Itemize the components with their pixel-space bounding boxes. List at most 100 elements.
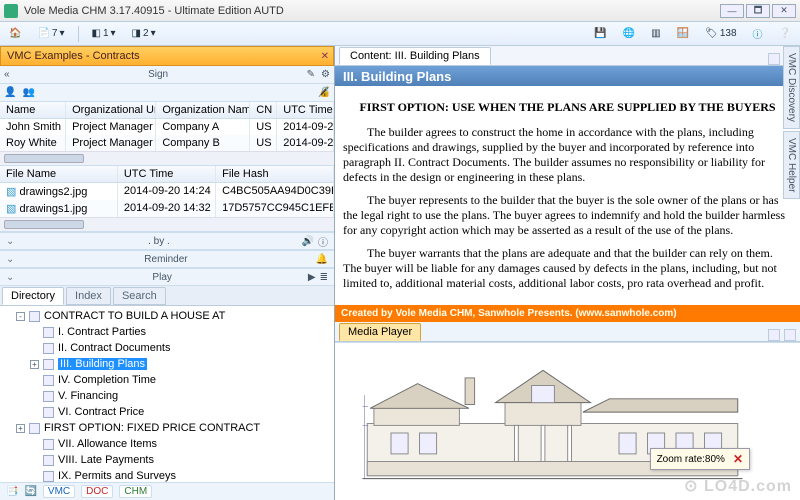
- table-cell: 2014-09-20 1: [277, 119, 334, 135]
- watermark: ⊙ LO4D.com: [684, 476, 792, 496]
- directory-tree[interactable]: -CONTRACT TO BUILD A HOUSE AT I. Contract…: [0, 306, 334, 482]
- table-cell: Project Manager: [66, 119, 156, 135]
- tree-node-label: IV. Completion Time: [58, 374, 156, 386]
- tab-index[interactable]: Index: [66, 287, 111, 305]
- home-button[interactable]: 🏠: [4, 25, 26, 43]
- window-button[interactable]: 🪟: [672, 25, 694, 43]
- column-header[interactable]: UTC Time: [118, 166, 216, 182]
- document-icon: [43, 439, 54, 450]
- files-hscroll[interactable]: [0, 217, 334, 231]
- media-layout-icon[interactable]: [768, 329, 780, 341]
- chevron-down-icon: ⌄: [6, 236, 14, 247]
- tree-node-label: FIRST OPTION: FIXED PRICE CONTRACT: [44, 422, 260, 434]
- close-button[interactable]: ✕: [772, 4, 796, 18]
- document-icon: [43, 471, 54, 482]
- table-cell: John Smith: [0, 119, 66, 135]
- table-row[interactable]: John SmithProject ManagerCompany AUS2014…: [0, 119, 334, 135]
- refresh-icon[interactable]: 🔄: [24, 486, 36, 497]
- tree-node[interactable]: IX. Permits and Surveys: [4, 468, 330, 482]
- tab-search[interactable]: Search: [113, 287, 166, 305]
- maximize-button[interactable]: 🗖: [746, 4, 770, 18]
- tree-spacer: [30, 472, 39, 481]
- tree-node[interactable]: V. Financing: [4, 388, 330, 404]
- dock-tab-discovery[interactable]: VMC Discovery: [783, 46, 800, 129]
- column-header[interactable]: Name: [0, 102, 66, 118]
- table-cell: 2014-09-20 14:24: [118, 183, 216, 200]
- info-button[interactable]: ⓘ: [748, 25, 768, 43]
- tree-node-label: I. Contract Parties: [58, 326, 146, 338]
- tree-node[interactable]: VIII. Late Payments: [4, 452, 330, 468]
- table-cell: ▧ drawings2.jpg: [0, 183, 118, 200]
- pen-icon[interactable]: ✎: [307, 69, 315, 80]
- contacts-hscroll[interactable]: [0, 151, 334, 165]
- by-bar[interactable]: ⌄ . by . 🔊 ⓘ: [0, 232, 334, 250]
- reminder-bar[interactable]: ⌄ Reminder 🔔: [0, 250, 334, 268]
- badge-button[interactable]: 🏷 138: [700, 25, 741, 43]
- tree-node[interactable]: II. Contract Documents: [4, 340, 330, 356]
- play-icon[interactable]: ▶: [308, 272, 316, 283]
- tree-spacer: [30, 376, 39, 385]
- dock-tab-helper[interactable]: VMC Helper: [783, 131, 800, 199]
- expand-icon[interactable]: +: [30, 360, 39, 369]
- gear-icon[interactable]: ⚙: [321, 69, 330, 80]
- table-row[interactable]: ▧ drawings2.jpg2014-09-20 14:24C4BC505AA…: [0, 183, 334, 200]
- table-row[interactable]: Roy WhiteProject ManagerCompany BUS2014-…: [0, 135, 334, 151]
- tab-directory[interactable]: Directory: [2, 287, 64, 305]
- column-header[interactable]: Organizational Unit: [66, 102, 156, 118]
- collapse-icon[interactable]: «: [4, 69, 10, 80]
- status-pill-chm[interactable]: CHM: [119, 485, 152, 498]
- layout-button[interactable]: ▥: [646, 25, 665, 43]
- save-button[interactable]: 💾: [589, 25, 611, 43]
- content-tab[interactable]: Content: III. Building Plans: [339, 47, 491, 65]
- column-header[interactable]: Organization Name: [156, 102, 250, 118]
- bell-icon[interactable]: 🔔: [316, 254, 328, 265]
- right-panel: Content: III. Building Plans III. Buildi…: [335, 46, 800, 500]
- add-user2-icon[interactable]: 👥: [22, 87, 34, 98]
- sign-bar: « Sign ✎ ⚙: [0, 66, 334, 84]
- minimize-button[interactable]: —: [720, 4, 744, 18]
- content-tab-header: Content: III. Building Plans: [335, 46, 800, 66]
- main-toolbar: 🏠 📄 7 ▾ ◧ 1 ▾ ◨ 2 ▾ 💾 🌐 ▥ 🪟 🏷 138 ⓘ ❔: [0, 22, 800, 46]
- sound-icon[interactable]: 🔊: [302, 236, 314, 247]
- table-row[interactable]: ▧ drawings1.jpg2014-09-20 14:3217D5757CC…: [0, 200, 334, 217]
- tree-node[interactable]: VII. Allowance Items: [4, 436, 330, 452]
- tree-node[interactable]: -CONTRACT TO BUILD A HOUSE AT: [4, 308, 330, 324]
- status-pill-vmc[interactable]: VMC: [43, 485, 75, 498]
- left-panel-close-icon[interactable]: ✕: [321, 51, 329, 62]
- zoom-close-icon[interactable]: ✕: [733, 452, 743, 466]
- expand-icon[interactable]: +: [16, 424, 25, 433]
- column-header[interactable]: File Hash: [216, 166, 334, 182]
- media-close-icon[interactable]: [784, 329, 796, 341]
- spin-2[interactable]: ◨ 2 ▾: [127, 25, 161, 43]
- tree-spacer: [30, 440, 39, 449]
- window-title: Vole Media CHM 3.17.40915 - Ultimate Edi…: [24, 5, 720, 17]
- table-cell: 2014-09-20 14:32: [118, 200, 216, 217]
- help-button[interactable]: ❔: [774, 25, 796, 43]
- column-header[interactable]: File Name: [0, 166, 118, 182]
- left-status-bar: 📑 🔄 VMC DOC CHM: [0, 482, 334, 500]
- list-icon[interactable]: ≣: [320, 272, 328, 283]
- status-pill-doc[interactable]: DOC: [81, 485, 113, 498]
- tree-node[interactable]: I. Contract Parties: [4, 324, 330, 340]
- add-user-icon[interactable]: 👤: [4, 87, 16, 98]
- stamp-icon[interactable]: 🔏: [318, 87, 330, 98]
- tree-node[interactable]: +III. Building Plans: [4, 356, 330, 372]
- tree-node[interactable]: IV. Completion Time: [4, 372, 330, 388]
- media-tab[interactable]: Media Player: [339, 323, 421, 341]
- play-bar[interactable]: ⌄ Play ▶ ≣: [0, 268, 334, 286]
- tree-node-label: II. Contract Documents: [58, 342, 171, 354]
- app-icon: [4, 4, 18, 18]
- new-split-button[interactable]: 📄 7 ▾: [32, 25, 69, 43]
- tree-node[interactable]: VI. Contract Price: [4, 404, 330, 420]
- column-header[interactable]: UTC Time: [277, 102, 334, 118]
- collapse-icon[interactable]: -: [16, 312, 25, 321]
- browser-button[interactable]: 🌐: [618, 25, 640, 43]
- layout-toggle-icon[interactable]: [768, 53, 780, 65]
- document-icon: [29, 311, 40, 322]
- tree-node[interactable]: + FIRST OPTION: FIXED PRICE CONTRACT: [4, 420, 330, 436]
- column-header[interactable]: CN: [250, 102, 277, 118]
- media-tab-header: Media Player: [335, 322, 800, 342]
- info-small-icon[interactable]: ⓘ: [318, 234, 328, 249]
- status-icon[interactable]: 📑: [6, 486, 18, 497]
- spin-1[interactable]: ◧ 1 ▾: [87, 25, 121, 43]
